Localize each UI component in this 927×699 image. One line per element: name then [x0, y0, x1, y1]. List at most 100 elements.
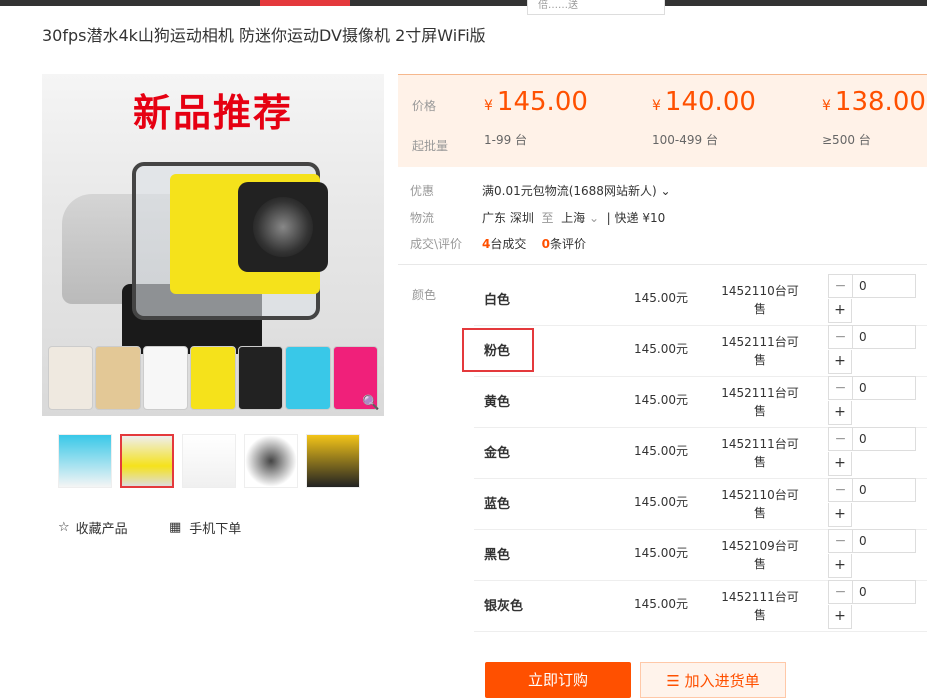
swatch-5	[237, 346, 284, 410]
promo-banner-text: 新品推荐	[132, 91, 293, 135]
sku-row: 黄色 145.00元 1452111台可售 −0 +	[474, 376, 927, 428]
nav-accent	[260, 0, 350, 6]
star-icon: ☆	[58, 520, 70, 535]
review-link[interactable]: 0	[542, 237, 550, 251]
color-swatch-strip	[48, 346, 378, 410]
tier-price: 140.00	[664, 87, 756, 117]
deal-row: 成交\评价 4台成交 0条评价	[398, 234, 927, 254]
sku-price: 145.00元	[634, 444, 688, 458]
top-tip: 倍……送	[527, 0, 665, 15]
quantity-input[interactable]: 0	[852, 325, 916, 349]
increment-button[interactable]: +	[828, 503, 852, 527]
quantity-input[interactable]: 0	[852, 427, 916, 451]
buy-now-button[interactable]: 立即订购	[485, 662, 631, 698]
sku-row: 金色 145.00元 1452111台可售 −0 +	[474, 427, 927, 479]
shipping-row: 物流 广东 深圳 至 上海 ⌄ | 快递 ¥10	[398, 208, 927, 228]
quantity-input[interactable]: 0	[852, 529, 916, 553]
sku-stock: 1452111台可售	[721, 386, 799, 418]
thumbnail-1[interactable]	[58, 434, 112, 488]
decrement-button[interactable]: −	[828, 274, 852, 298]
quantity-input[interactable]: 0	[852, 376, 916, 400]
sku-row: 蓝色 145.00元 1452110台可售 −0 +	[474, 478, 927, 530]
chevron-down-icon: ⌄	[588, 211, 600, 225]
product-title: 30fps潜水4k山狗运动相机 防迷你运动DV摄像机 2寸屏WiFi版	[42, 26, 486, 45]
thumbnail-4[interactable]	[244, 434, 298, 488]
divider	[398, 264, 927, 265]
sku-stock: 1452110台可售	[721, 284, 799, 316]
promo-row: 优惠 满0.01元包物流(1688网站新人) ⌄	[398, 181, 927, 201]
sku-stock: 1452109台可售	[721, 539, 799, 571]
thumbnail-3[interactable]	[182, 434, 236, 488]
ship-to-select[interactable]: 上海 ⌄	[561, 211, 599, 225]
tier-price: 145.00	[496, 87, 588, 117]
sku-name[interactable]: 金色	[484, 442, 510, 461]
promo-value[interactable]: 满0.01元包物流(1688网站新人) ⌄	[482, 181, 671, 201]
decrement-button[interactable]: −	[828, 376, 852, 400]
swatch-3	[142, 346, 189, 410]
price-tier-1: ¥145.00 1-99 台	[484, 87, 588, 147]
sku-price: 145.00元	[634, 291, 688, 305]
sku-stock: 1452111台可售	[721, 590, 799, 622]
mobile-order-label: 手机下单	[189, 522, 242, 537]
quantity-input[interactable]: 0	[852, 478, 916, 502]
camera-lens	[238, 182, 328, 272]
sku-name[interactable]: 黑色	[484, 544, 510, 563]
decrement-button[interactable]: −	[828, 478, 852, 502]
swatch-1	[48, 346, 94, 410]
decrement-button[interactable]: −	[828, 325, 852, 349]
favorite-button[interactable]: ☆ 收藏产品	[58, 518, 128, 537]
ship-from: 广东 深圳	[482, 211, 534, 225]
increment-button[interactable]: +	[828, 350, 852, 374]
quantity-input[interactable]: 0	[852, 580, 916, 604]
cart-icon: ☰	[666, 672, 680, 690]
chevron-down-icon: ⌄	[660, 184, 671, 198]
color-label: 颜色	[412, 288, 437, 302]
sku-name[interactable]: 蓝色	[484, 493, 510, 512]
price-tier-3: ¥138.00 ≥500 台	[822, 87, 926, 147]
sku-stock: 1452111台可售	[721, 437, 799, 469]
shipping-value: 广东 深圳 至 上海 ⌄ | 快递 ¥10	[482, 211, 666, 225]
sku-price: 145.00元	[634, 495, 688, 509]
decrement-button[interactable]: −	[828, 529, 852, 553]
increment-button[interactable]: +	[828, 452, 852, 476]
price-label: 价格	[412, 99, 437, 113]
promo-label: 优惠	[410, 184, 435, 198]
decrement-button[interactable]: −	[828, 580, 852, 604]
increment-button[interactable]: +	[828, 401, 852, 425]
decrement-button[interactable]: −	[828, 427, 852, 451]
shipping-method: 快递 ¥10	[614, 211, 666, 225]
sku-name[interactable]: 白色	[484, 289, 510, 308]
swatch-2	[95, 346, 141, 410]
add-to-cart-button[interactable]: ☰ 加入进货单	[640, 662, 786, 698]
sku-name[interactable]: 黄色	[484, 391, 510, 410]
sku-row: 银灰色 145.00元 1452111台可售 −0 +	[474, 580, 927, 632]
shipping-label: 物流	[410, 211, 435, 225]
sku-price: 145.00元	[634, 546, 688, 560]
sku-name[interactable]: 银灰色	[484, 595, 523, 614]
tier-qty: 100-499 台	[652, 133, 718, 147]
tier-qty: 1-99 台	[484, 133, 528, 147]
sku-row: 黑色 145.00元 1452109台可售 −0 +	[474, 529, 927, 581]
price-box: 价格 起批量 ¥145.00 1-99 台 ¥140.00 100-499 台 …	[398, 74, 927, 167]
quantity-input[interactable]: 0	[852, 274, 916, 298]
deal-label: 成交\评价	[410, 237, 463, 251]
sku-row: 粉色 145.00元 1452111台可售 −0 +	[474, 325, 927, 377]
qty-label: 起批量	[412, 139, 449, 153]
increment-button[interactable]: +	[828, 299, 852, 323]
qr-code-icon: ▦	[169, 520, 182, 535]
thumbnail-strip	[58, 434, 360, 488]
sku-price: 145.00元	[634, 597, 688, 611]
thumbnail-2[interactable]	[120, 434, 174, 488]
zoom-icon[interactable]: 🔍	[362, 394, 380, 412]
mobile-order-button[interactable]: ▦ 手机下单	[169, 518, 241, 537]
increment-button[interactable]: +	[828, 554, 852, 578]
favorite-label: 收藏产品	[75, 522, 128, 537]
sku-stock: 1452111台可售	[721, 335, 799, 367]
deal-value: 4台成交 0条评价	[482, 237, 587, 251]
main-product-image[interactable]: 新品推荐 🔍	[42, 74, 384, 416]
thumbnail-5[interactable]	[306, 434, 360, 488]
sku-price: 145.00元	[634, 393, 688, 407]
sku-stock: 1452110台可售	[721, 488, 799, 520]
swatch-6	[285, 346, 331, 410]
increment-button[interactable]: +	[828, 605, 852, 629]
